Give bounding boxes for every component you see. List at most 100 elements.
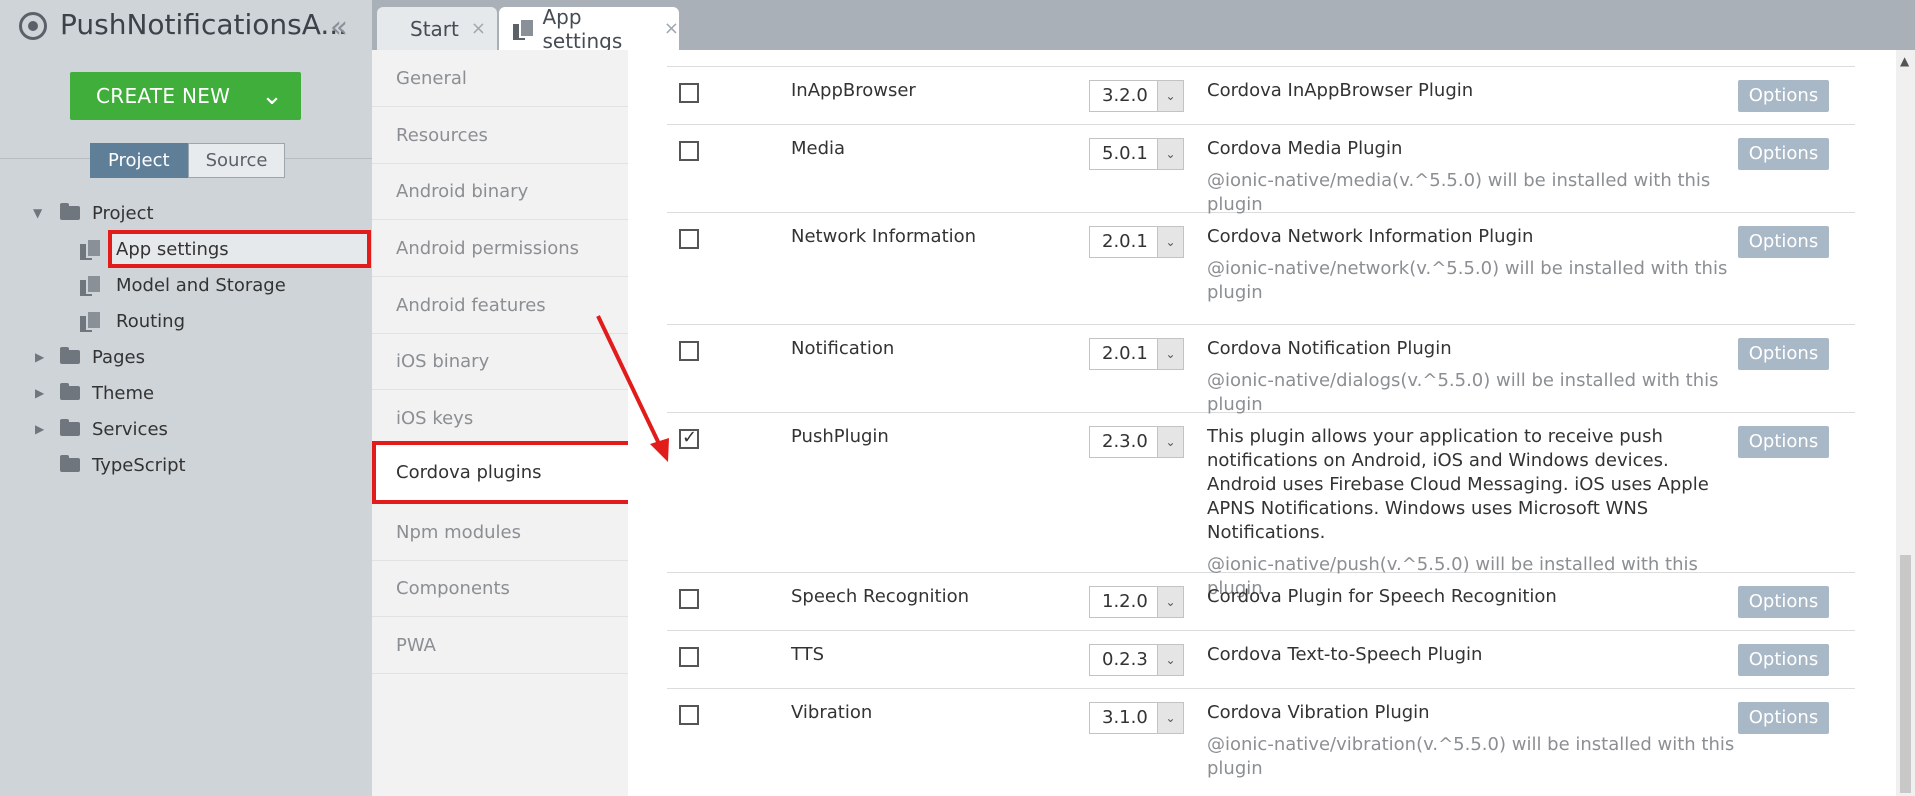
plugin-description: Cordova Text-to-Speech Plugin [1207, 644, 1483, 665]
plugin-version-select[interactable]: 2.3.0 ⌄ [1089, 426, 1184, 458]
tree-item-typescript[interactable]: TypeScript [0, 448, 372, 482]
chevron-down-icon[interactable]: ⌄ [1157, 339, 1183, 369]
plugin-description-block: Cordova Media Plugin @ionic-native/media(… [1207, 137, 1737, 217]
plugin-version-select[interactable]: 3.2.0 ⌄ [1089, 80, 1184, 112]
tab-app-settings[interactable]: App settings × [499, 4, 679, 53]
plugin-version-value: 2.0.1 [1102, 231, 1148, 252]
tab-start[interactable]: Start × [377, 7, 497, 50]
close-icon[interactable]: × [471, 18, 486, 39]
plugin-checkbox[interactable] [679, 141, 699, 161]
caret-down-icon[interactable]: ▼ [33, 206, 42, 220]
close-icon[interactable]: × [664, 18, 679, 39]
settings-nav-general[interactable]: General [372, 50, 628, 107]
plugin-version-select[interactable]: 5.0.1 ⌄ [1089, 138, 1184, 170]
tree-item-pages[interactable]: ▶ Pages [0, 340, 372, 374]
plugin-row-notification: Notification 2.0.1 ⌄ Cordova Notification P… [667, 325, 1855, 415]
plugin-version-value: 5.0.1 [1102, 143, 1148, 164]
tree-item-services[interactable]: ▶ Services [0, 412, 372, 446]
tree-item-app-settings[interactable]: App settings [0, 232, 372, 266]
chevron-down-icon[interactable]: ⌄ [1157, 645, 1183, 675]
plugin-row-partial [667, 50, 1855, 67]
settings-nav-android-permissions[interactable]: Android permissions [372, 220, 628, 277]
plugin-options-button[interactable]: Options [1738, 426, 1829, 458]
create-new-button[interactable]: CREATE NEW ⌄ [70, 72, 301, 120]
plugin-checkbox[interactable] [679, 427, 699, 449]
plugin-version-select[interactable]: 2.0.1 ⌄ [1089, 338, 1184, 370]
scroll-thumb[interactable] [1900, 555, 1911, 793]
plugin-options-button[interactable]: Options [1738, 138, 1829, 170]
caret-right-icon[interactable]: ▶ [35, 386, 44, 400]
settings-nav-npm-modules[interactable]: Npm modules [372, 504, 628, 561]
tree-item-label: App settings [116, 238, 229, 260]
plugin-checkbox[interactable] [679, 83, 699, 103]
tree-item-project[interactable]: ▼ Project [0, 196, 372, 230]
tree-item-routing[interactable]: Routing [0, 304, 372, 338]
tab-label: Start [410, 16, 459, 41]
folder-icon [60, 203, 80, 220]
tree-item-model-and-storage[interactable]: Model and Storage [0, 268, 372, 302]
plugin-options-button[interactable]: Options [1738, 702, 1829, 734]
plugin-name: TTS [791, 644, 825, 665]
chevron-down-icon[interactable]: ⌄ [1157, 587, 1183, 617]
file-icon [80, 238, 102, 260]
chevron-down-icon[interactable]: ⌄ [1157, 427, 1183, 457]
plugin-description-block: Cordova Vibration Plugin @ionic-native/vi… [1207, 701, 1737, 781]
file-icon [80, 274, 102, 296]
view-toggle: Project Source [90, 143, 286, 178]
plugin-row-speech-recognition: Speech Recognition 1.2.0 ⌄ Cordova Plugin f… [667, 573, 1855, 631]
plugin-install-note: @ionic-native/media(v.^5.5.0) will be in… [1207, 170, 1711, 215]
file-icon [513, 17, 536, 40]
settings-nav-components[interactable]: Components [372, 560, 628, 617]
chevron-down-icon[interactable]: ⌄ [1157, 703, 1183, 733]
plugin-description: This plugin allows your application to r… [1207, 426, 1709, 543]
chevron-down-icon[interactable]: ⌄ [1157, 139, 1183, 169]
chevron-down-icon[interactable]: ⌄ [1157, 227, 1183, 257]
plugin-name: PushPlugin [791, 426, 889, 447]
plugin-options-button[interactable]: Options [1738, 644, 1829, 676]
plugin-description: Cordova Network Information Plugin [1207, 226, 1534, 247]
plugin-options-button[interactable]: Options [1738, 586, 1829, 618]
settings-nav-android-binary[interactable]: Android binary [372, 163, 628, 220]
source-toggle-button[interactable]: Source [187, 143, 286, 178]
settings-nav-resources[interactable]: Resources [372, 107, 628, 164]
plugin-install-note: @ionic-native/vibration(v.^5.5.0) will b… [1207, 734, 1735, 779]
plugin-description-block: Cordova Text-to-Speech Plugin [1207, 643, 1737, 667]
project-toggle-button[interactable]: Project [90, 143, 188, 178]
caret-right-icon[interactable]: ▶ [35, 350, 44, 364]
tree-item-label: Services [92, 418, 168, 440]
plugin-options-button[interactable]: Options [1738, 338, 1829, 370]
plugin-version-value: 3.1.0 [1102, 707, 1148, 728]
folder-icon [60, 419, 80, 436]
plugin-row-pushplugin: PushPlugin 2.3.0 ⌄ This plugin allows your … [667, 413, 1855, 599]
plugin-version-value: 0.2.3 [1102, 649, 1148, 670]
plugin-name: Vibration [791, 702, 873, 723]
plugin-checkbox[interactable] [679, 589, 699, 609]
chevron-down-icon[interactable]: ⌄ [1157, 81, 1183, 111]
folder-icon [60, 347, 80, 364]
tree-item-theme[interactable]: ▶ Theme [0, 376, 372, 410]
plugin-install-note: @ionic-native/dialogs(v.^5.5.0) will be … [1207, 370, 1719, 415]
vertical-scrollbar[interactable]: ▲ [1896, 50, 1915, 796]
collapse-sidebar-icon[interactable]: ‹‹ [330, 10, 348, 45]
plugin-version-select[interactable]: 2.0.1 ⌄ [1089, 226, 1184, 258]
plugin-version-select[interactable]: 1.2.0 ⌄ [1089, 586, 1184, 618]
plugin-description-block: Cordova InAppBrowser Plugin [1207, 79, 1737, 103]
plugin-options-button[interactable]: Options [1738, 80, 1829, 112]
plugin-checkbox[interactable] [679, 341, 699, 361]
annotation-arrow-icon [596, 315, 669, 462]
plugin-checkbox[interactable] [679, 229, 699, 249]
chevron-down-icon[interactable]: ⌄ [243, 81, 301, 111]
plugin-checkbox[interactable] [679, 647, 699, 667]
caret-right-icon[interactable]: ▶ [35, 422, 44, 436]
plugin-version-select[interactable]: 3.1.0 ⌄ [1089, 702, 1184, 734]
plugin-version-value: 1.2.0 [1102, 591, 1148, 612]
tab-label: App settings [542, 4, 623, 53]
plugin-options-button[interactable]: Options [1738, 226, 1829, 258]
scroll-up-icon[interactable]: ▲ [1900, 54, 1909, 68]
settings-nav-pwa[interactable]: PWA [372, 617, 628, 674]
plugin-checkbox[interactable] [679, 705, 699, 725]
tree-item-label: Model and Storage [116, 274, 286, 296]
tree-item-label: TypeScript [92, 454, 186, 476]
plugin-version-select[interactable]: 0.2.3 ⌄ [1089, 644, 1184, 676]
app-title: PushNotificationsA... [60, 8, 348, 41]
